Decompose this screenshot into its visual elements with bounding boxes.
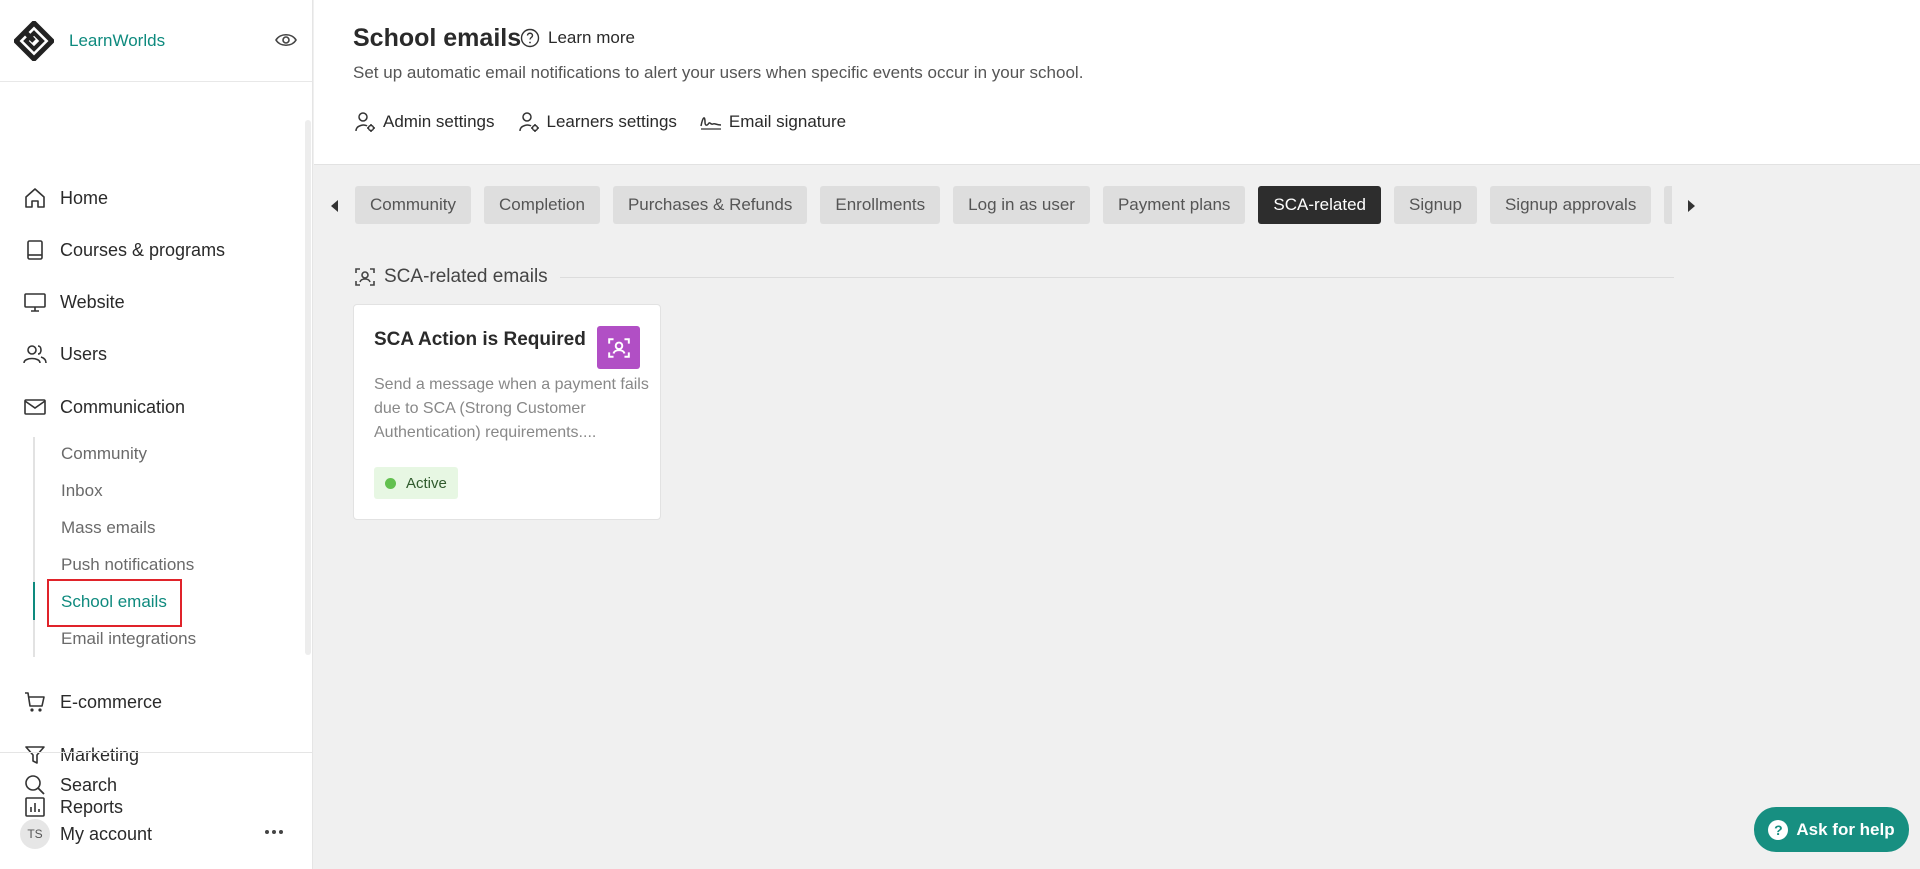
user-gear-icon [355, 112, 375, 132]
tabs-scroll-left-icon[interactable] [325, 194, 345, 218]
status-dot-icon [385, 477, 396, 489]
submenu-active-indicator [33, 582, 35, 620]
brand: LearnWorlds [0, 0, 312, 82]
avatar: TS [20, 819, 50, 849]
home-icon [20, 183, 50, 213]
learnworlds-logo[interactable] [14, 20, 54, 61]
nav-item-label: Communication [60, 396, 186, 417]
section-header: SCA-related emails [354, 266, 1674, 288]
learners-settings-link[interactable]: Learners settings [517, 110, 677, 134]
sub-item-mass-emails[interactable]: Mass emails [61, 513, 155, 543]
face-scan-icon [355, 268, 375, 286]
help-icon: ? [1768, 819, 1789, 840]
tab-sca-related[interactable]: SCA-related [1258, 186, 1382, 224]
learn-more-link[interactable]: Learn more [520, 28, 635, 48]
email-card-sca-action[interactable]: SCA Action is Required Send a message wh… [353, 304, 661, 520]
status-label: Active [406, 474, 447, 492]
nav-item-label: Website [60, 291, 125, 312]
settings-links: Admin settings Learners settings Email s… [353, 110, 868, 134]
tab-completion[interactable]: Completion [483, 186, 600, 224]
envelope-icon [20, 392, 50, 422]
users-icon [20, 339, 50, 369]
tab-community[interactable]: Community [355, 186, 471, 224]
tab-signup-approvals[interactable]: Signup approvals [1489, 186, 1652, 224]
submenu-rail [33, 437, 35, 657]
nav-item-label: Home [60, 187, 109, 208]
eye-icon[interactable] [274, 28, 298, 52]
page-header: School emails Learn more Set up automati… [314, 0, 1920, 165]
nav-item-ecommerce[interactable]: E-commerce [0, 682, 300, 722]
nav-item-label: Courses & programs [60, 239, 226, 260]
tab-signup[interactable]: Signup [1394, 186, 1477, 224]
nav-item-label: Marketing [60, 744, 140, 765]
signature-icon [700, 117, 721, 130]
tab-purchases-refunds[interactable]: Purchases & Refunds [612, 186, 808, 224]
nav-item-label: E-commerce [60, 691, 163, 712]
divider [0, 752, 313, 753]
sidebar-scrollbar[interactable] [305, 120, 311, 655]
ask-for-help-label: Ask for help [1796, 819, 1895, 839]
admin-settings-link[interactable]: Admin settings [353, 110, 495, 134]
nav-item-courses[interactable]: Courses & programs [0, 230, 300, 270]
face-scan-icon [597, 326, 640, 369]
nav-item-search[interactable]: Search [0, 765, 300, 805]
page-subtitle: Set up automatic email notifications to … [353, 63, 1084, 82]
tab-partial[interactable] [1664, 186, 1672, 224]
question-icon [520, 28, 540, 48]
section-title: SCA-related emails [384, 266, 548, 287]
nav-item-users[interactable]: Users [0, 334, 300, 374]
page-title: School emails [353, 24, 522, 52]
learn-more-label: Learn more [548, 28, 635, 47]
more-icon[interactable] [262, 820, 286, 844]
tab-enrollments[interactable]: Enrollments [820, 186, 941, 224]
nav-item-label: My account [60, 823, 153, 844]
nav-item-website[interactable]: Website [0, 282, 300, 322]
learners-settings-label: Learners settings [546, 112, 677, 131]
tab-log-in-as-user[interactable]: Log in as user [953, 186, 1090, 224]
brand-name: LearnWorlds [69, 30, 166, 50]
cart-icon [20, 687, 50, 717]
tab-payment-plans[interactable]: Payment plans [1102, 186, 1246, 224]
category-tabs: Community Completion Purchases & Refunds… [355, 186, 1672, 226]
sub-item-email-integrations[interactable]: Email integrations [61, 624, 196, 654]
sidebar: LearnWorlds Home Courses & programs Webs… [0, 0, 313, 869]
card-title: SCA Action is Required [374, 329, 586, 350]
search-icon [20, 770, 50, 800]
selection-highlight [47, 579, 182, 627]
nav-item-label: Search [60, 774, 118, 795]
email-signature-label: Email signature [728, 112, 847, 131]
section-divider [559, 276, 1674, 278]
book-icon [20, 235, 50, 265]
ask-for-help-button[interactable]: ? Ask for help [1754, 807, 1909, 852]
card-description: Send a message when a payment fails due … [374, 376, 649, 441]
nav-item-label: Users [60, 343, 108, 364]
email-signature-link[interactable]: Email signature [699, 110, 846, 134]
monitor-icon [20, 287, 50, 317]
nav-item-my-account[interactable]: TS My account [0, 814, 300, 854]
admin-settings-label: Admin settings [383, 112, 495, 131]
nav-item-communication[interactable]: Communication [0, 387, 300, 427]
user-gear-icon [518, 112, 539, 132]
sub-item-community[interactable]: Community [61, 439, 147, 469]
status-badge: Active [374, 467, 458, 499]
tabs-scroll-right-icon[interactable] [1681, 194, 1701, 218]
sub-item-push-notifications[interactable]: Push notifications [61, 550, 194, 580]
nav-item-home[interactable]: Home [0, 178, 300, 218]
sub-item-inbox[interactable]: Inbox [61, 476, 103, 506]
